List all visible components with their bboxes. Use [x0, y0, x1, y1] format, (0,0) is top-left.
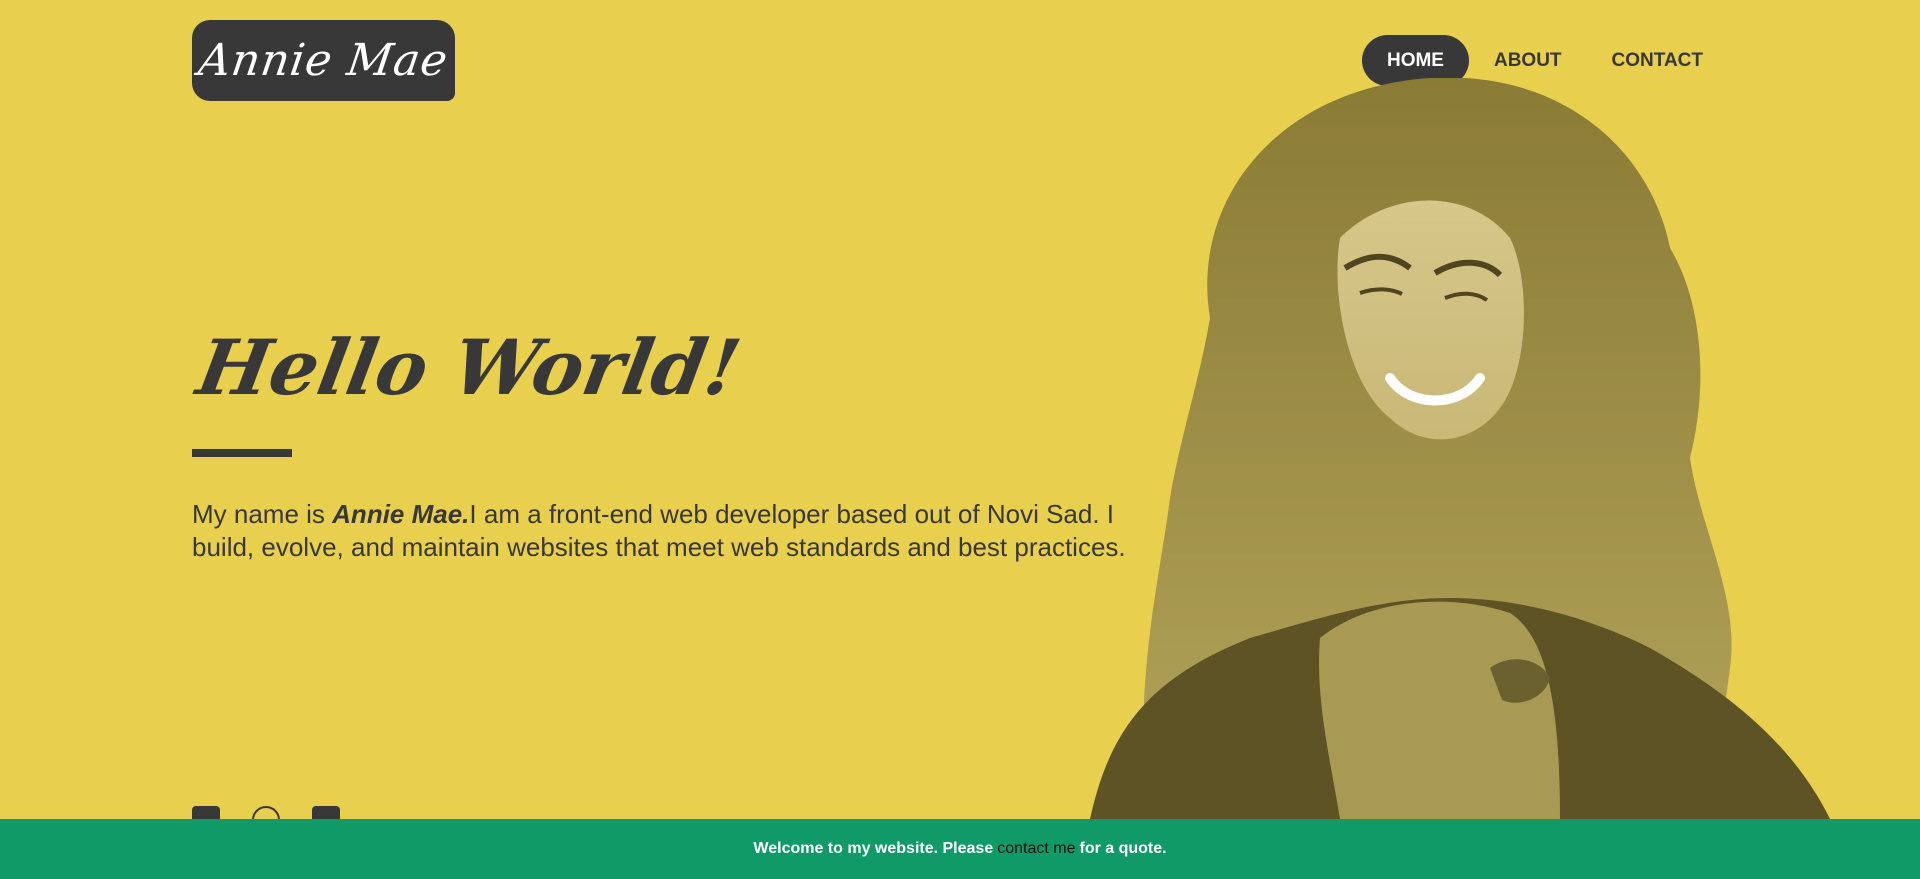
welcome-banner: Welcome to my website. Please contact me…	[0, 819, 1920, 879]
profile-photo	[1090, 78, 1830, 819]
contact-link[interactable]: contact me	[997, 840, 1075, 858]
intro-prefix: My name is	[192, 499, 333, 529]
intro-name: Annie Mae.	[332, 499, 470, 529]
logo-text: Annie Mae	[195, 35, 452, 86]
banner-prefix: Welcome to my website. Please	[753, 840, 994, 857]
hero-divider	[192, 449, 292, 457]
logo[interactable]: Annie Mae	[192, 20, 455, 101]
intro-paragraph: My name is Annie Mae.I am a front-end we…	[192, 498, 1132, 564]
hero-title: Hello World!	[190, 323, 747, 412]
banner-suffix: for a quote.	[1079, 840, 1167, 857]
